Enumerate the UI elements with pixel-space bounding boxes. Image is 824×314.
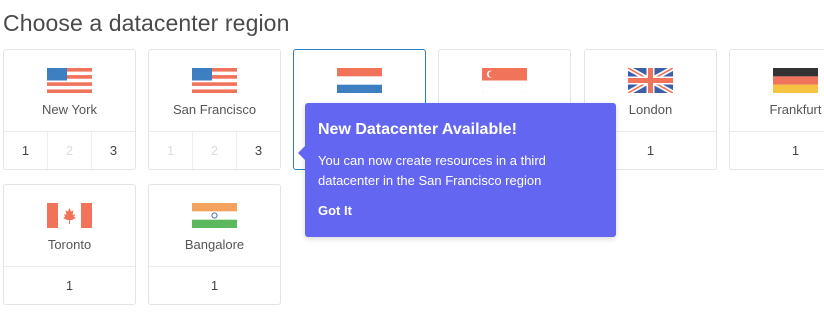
region-card-san-francisco[interactable]: San Francisco 1 2 3 [148,49,281,170]
us-flag-icon [192,68,237,93]
singapore-flag-icon [482,68,527,93]
datacenter-option-3[interactable]: 3 [92,132,135,169]
popover-body: You can now create resources in a third … [318,153,546,188]
region-name: Bangalore [184,237,245,252]
new-datacenter-popover: New Datacenter Available! You can now cr… [298,103,616,237]
region-name: Frankfurt [769,102,822,117]
datacenter-option-3[interactable]: 3 [237,132,280,169]
region-card-bangalore[interactable]: Bangalore 1 [148,184,281,305]
datacenter-options: 1 [4,266,135,304]
datacenter-options: 1 2 3 [4,131,135,169]
region-name: New York [42,102,97,117]
datacenter-option-1[interactable]: 1 [730,132,824,169]
us-flag-icon [47,68,92,93]
canada-flag-icon [47,203,92,228]
datacenter-options: 1 2 3 [149,131,280,169]
region-name: Toronto [47,237,92,252]
region-card-frankfurt[interactable]: Frankfurt 1 [729,49,824,170]
datacenter-option-1[interactable]: 1 [149,267,280,304]
datacenter-options: 1 [149,266,280,304]
got-it-button[interactable]: Got It [318,203,352,218]
germany-flag-icon [773,68,818,93]
popover-arrow [298,145,306,161]
datacenter-option-2: 2 [48,132,92,169]
popover-title: New Datacenter Available! [318,121,517,138]
datacenter-option-1: 1 [149,132,193,169]
region-name: San Francisco [172,102,257,117]
datacenter-option-1[interactable]: 1 [4,132,48,169]
region-card-toronto[interactable]: Toronto 1 [3,184,136,305]
datacenter-option-1[interactable]: 1 [4,267,135,304]
uk-flag-icon [628,68,673,93]
region-card-new-york[interactable]: New York 1 2 3 [3,49,136,170]
datacenter-options: 1 [730,131,824,169]
netherlands-flag-icon [337,68,382,93]
india-flag-icon [192,203,237,228]
page-title: Choose a datacenter region [3,10,290,36]
datacenter-option-2: 2 [193,132,237,169]
